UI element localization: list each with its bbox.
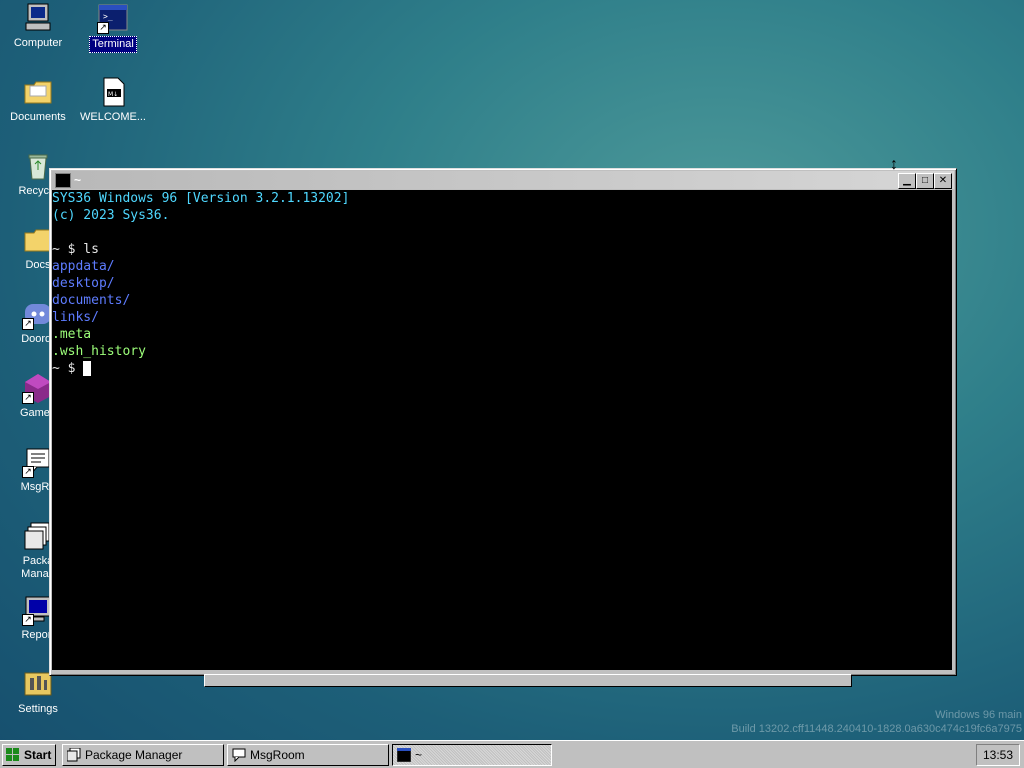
terminal-icon: >_ ↗ — [97, 2, 129, 34]
task-label: Package Manager — [85, 748, 183, 762]
terminal-output[interactable]: SYS36 Windows 96 [Version 3.2.1.13202] (… — [52, 190, 952, 670]
computer-icon — [22, 2, 54, 34]
text-cursor — [83, 361, 92, 376]
watermark-line: Build 13202.cff11448.240410-1828.0a630c4… — [731, 723, 1022, 735]
terminal-line: desktop/ — [52, 276, 115, 291]
horizontal-scrollbar[interactable] — [204, 674, 852, 687]
folder-icon — [22, 76, 54, 108]
markdown-file-icon: M↓ — [97, 76, 129, 108]
svg-text:>_: >_ — [103, 12, 113, 21]
shortcut-arrow-icon: ↗ — [22, 614, 34, 626]
chat-icon — [232, 748, 246, 763]
minimize-button[interactable]: ▁ — [898, 173, 916, 189]
terminal-app-icon — [55, 173, 71, 188]
shortcut-arrow-icon: ↗ — [22, 318, 34, 330]
task-label: ~ — [415, 748, 423, 762]
resize-cursor-icon: ↕ — [890, 156, 898, 173]
terminal-line: .meta — [52, 327, 92, 342]
shortcut-arrow-icon: ↗ — [22, 466, 34, 478]
terminal-line: documents/ — [52, 293, 131, 308]
terminal-line: appdata/ — [52, 259, 115, 274]
task-package-manager[interactable]: Package Manager — [62, 744, 224, 766]
desktop-icon-label: Terminal — [89, 36, 137, 53]
task-terminal[interactable]: ~ — [392, 744, 552, 766]
terminal-line: links/ — [52, 310, 99, 325]
desktop-icon-label: WELCOME... — [79, 111, 146, 123]
shortcut-arrow-icon: ↗ — [97, 22, 109, 34]
terminal-line: .wsh_history — [52, 344, 146, 359]
task-label: MsgRoom — [250, 748, 305, 762]
taskbar-clock[interactable]: 13:53 — [976, 744, 1020, 766]
start-label: Start — [24, 748, 52, 762]
terminal-titlebar[interactable]: ~ ▁ □ ✕ — [52, 171, 954, 189]
desktop-icon-label: Settings — [18, 703, 58, 715]
start-button[interactable]: Start — [2, 744, 56, 766]
desktop-icon-documents[interactable]: Documents — [1, 76, 75, 125]
terminal-prompt-line[interactable]: ~ $ — [52, 360, 952, 377]
terminal-line: SYS36 Windows 96 [Version 3.2.1.13202] — [52, 191, 350, 206]
start-logo-icon — [6, 748, 20, 762]
terminal-line: ~ $ ls — [52, 242, 99, 257]
maximize-button[interactable]: □ — [916, 173, 934, 189]
task-msgroom[interactable]: MsgRoom — [227, 744, 389, 766]
taskbar: Start Package Manager MsgRoom ~ 13:53 — [0, 740, 1024, 768]
package-icon — [66, 747, 81, 762]
desktop-icon-computer[interactable]: Computer — [1, 2, 75, 51]
terminal-icon — [396, 747, 412, 763]
shortcut-arrow-icon: ↗ — [22, 392, 34, 404]
terminal-window[interactable]: ~ ▁ □ ✕ SYS36 Windows 96 [Version 3.2.1.… — [49, 168, 957, 676]
prompt-text: ~ $ — [52, 361, 84, 376]
watermark-line: Windows 96 main — [935, 709, 1022, 721]
terminal-line: (c) 2023 Sys36. — [52, 208, 170, 223]
close-button[interactable]: ✕ — [934, 173, 952, 189]
desktop-icon-label: Computer — [13, 37, 63, 49]
desktop-icon-label: Documents — [10, 111, 66, 123]
desktop-icon-welcome[interactable]: M↓ WELCOME... — [76, 76, 150, 125]
build-watermark: Windows 96 main Build 13202.cff11448.240… — [731, 708, 1022, 736]
desktop-icon-terminal[interactable]: >_ ↗ Terminal — [76, 2, 150, 53]
window-title: ~ — [74, 173, 82, 187]
svg-text:M↓: M↓ — [108, 91, 118, 98]
